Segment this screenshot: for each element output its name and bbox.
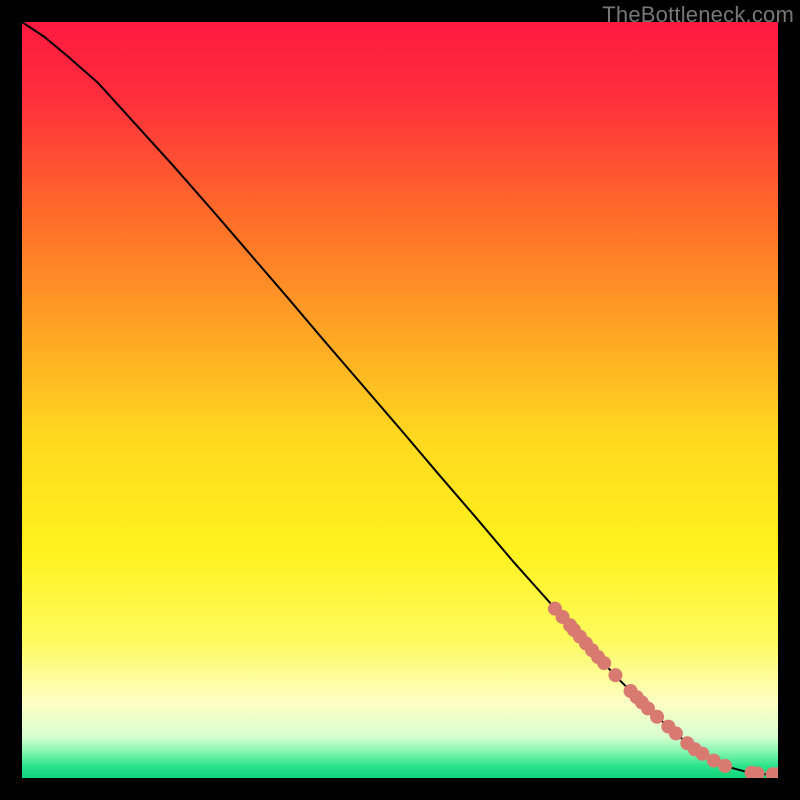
chart-plot <box>22 22 778 778</box>
data-point <box>597 656 611 670</box>
chart-frame: { "watermark": "TheBottleneck.com", "col… <box>0 0 800 800</box>
watermark-text: TheBottleneck.com <box>602 2 794 28</box>
data-point <box>650 710 664 724</box>
data-point <box>608 668 622 682</box>
data-point <box>669 726 683 740</box>
gradient-background <box>22 22 778 778</box>
data-point <box>718 759 732 773</box>
